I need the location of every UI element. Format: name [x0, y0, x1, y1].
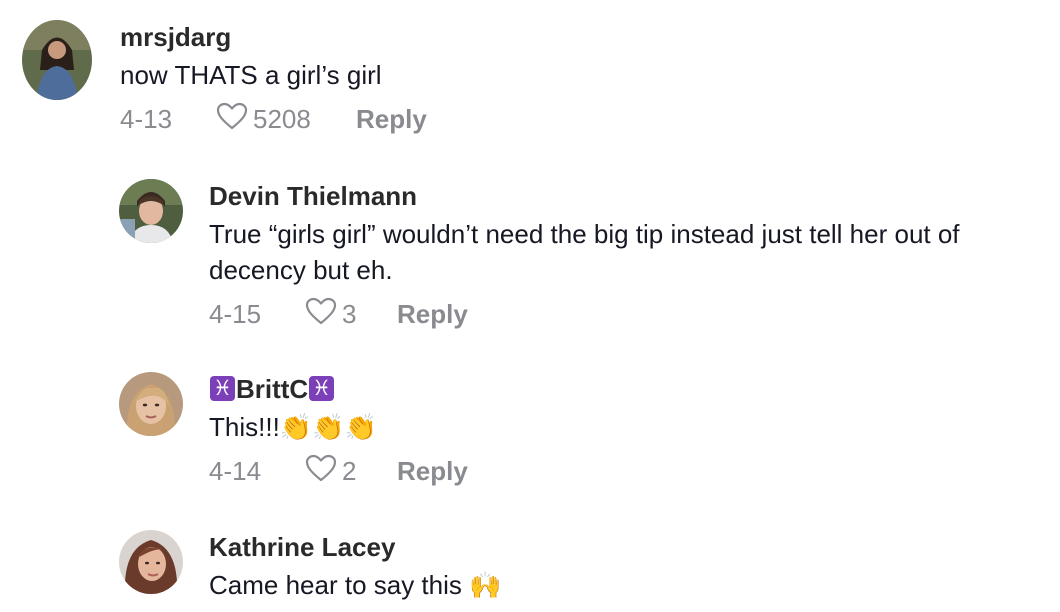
like-count: 3	[342, 298, 357, 329]
raising-hands-emoji: 🙌	[469, 570, 502, 600]
reply-button[interactable]: Reply	[356, 104, 427, 135]
like-count: 5208	[253, 103, 311, 134]
comment-date: 4-15	[209, 298, 262, 329]
comment-date: 4-13	[120, 103, 173, 134]
like-button[interactable]: 3	[305, 297, 397, 332]
comment-username[interactable]: ♓ BrittC ♓	[209, 372, 1054, 406]
avatar-image	[22, 20, 92, 100]
heart-icon[interactable]	[305, 454, 337, 489]
comment-date: 4-14	[209, 455, 262, 486]
like-button[interactable]: 2	[305, 454, 397, 489]
comment-meta: 4-15 3 Reply	[209, 294, 1054, 334]
avatar[interactable]	[22, 20, 92, 100]
comment-text: now THATS a girl’s girl	[120, 60, 382, 90]
heart-icon[interactable]	[216, 102, 248, 137]
avatar[interactable]	[119, 530, 183, 594]
heart-icon[interactable]	[305, 297, 337, 332]
avatar-image	[119, 530, 183, 594]
like-button[interactable]: 5208	[216, 102, 356, 137]
reply-button[interactable]: Reply	[397, 456, 468, 487]
pisces-icon: ♓	[210, 376, 235, 401]
reply-button[interactable]: Reply	[397, 299, 468, 330]
avatar-image	[119, 372, 183, 436]
comment-meta: 4-14 2 Reply	[209, 451, 1054, 491]
avatar[interactable]	[119, 372, 183, 436]
avatar-image	[119, 179, 183, 243]
comment-text: True “girls girl” wouldn’t need the big …	[209, 219, 960, 285]
clapping-hands-emoji: 👏👏👏	[279, 412, 377, 442]
avatar[interactable]	[119, 179, 183, 243]
comment-username[interactable]: mrsjdarg	[120, 20, 1052, 54]
like-count: 2	[342, 455, 357, 486]
comment-username[interactable]: Kathrine Lacey	[209, 530, 1054, 564]
comment-username[interactable]: Devin Thielmann	[209, 179, 1054, 213]
comment-text: This!!!👏👏👏	[209, 412, 377, 442]
comment-text: Came hear to say this 🙌	[209, 570, 502, 600]
pisces-icon: ♓	[309, 376, 335, 401]
comment-meta: 4-13 5208 Reply	[120, 99, 1052, 139]
